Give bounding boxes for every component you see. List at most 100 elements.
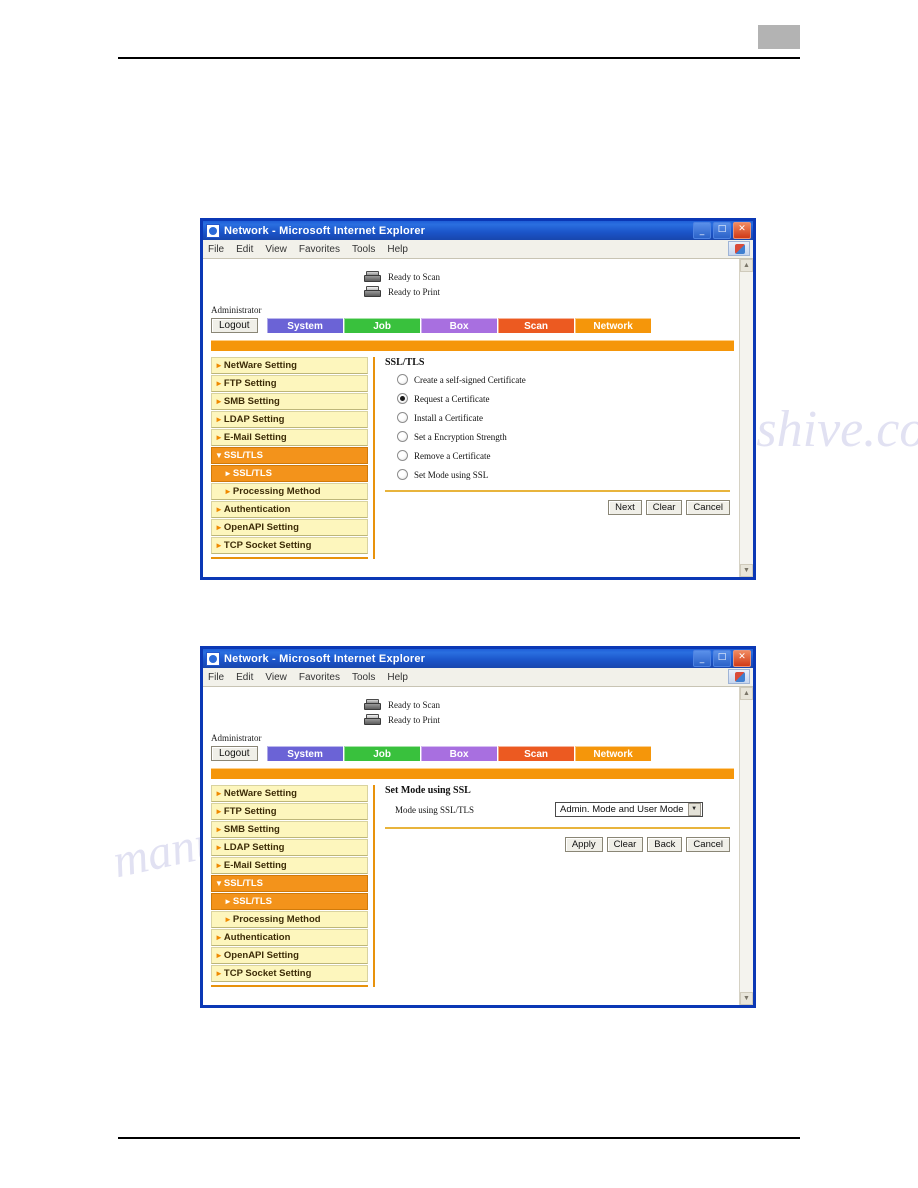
ssl-option-row[interactable]: Create a self-signed Certificate [397, 374, 730, 385]
tab-job[interactable]: Job [343, 318, 420, 333]
sidebar-item-ssl-tls[interactable]: ▼SSL/TLS [211, 447, 368, 464]
tab-job[interactable]: Job [343, 746, 420, 761]
menu-item-favorites[interactable]: Favorites [299, 672, 340, 683]
ssl-option-row[interactable]: Request a Certificate [397, 393, 730, 404]
chevron-right-icon: ► [215, 433, 223, 442]
minimize-button[interactable]: _ [693, 222, 711, 239]
sidebar-item-processing-method[interactable]: ►Processing Method [211, 911, 368, 928]
next-button[interactable]: Next [608, 500, 642, 515]
tab-system[interactable]: System [266, 318, 343, 333]
tab-scan[interactable]: Scan [497, 746, 574, 761]
tab-network[interactable]: Network [574, 746, 651, 761]
tab-network[interactable]: Network [574, 318, 651, 333]
sidebar-item-openapi-setting[interactable]: ►OpenAPI Setting [211, 519, 368, 536]
browser-viewport: ▲ ▼ Ready to Scan Ready to Print Adminis… [203, 259, 753, 577]
menu-item-tools[interactable]: Tools [352, 672, 375, 683]
clear-button[interactable]: Clear [645, 500, 683, 515]
cancel-button[interactable]: Cancel [686, 837, 730, 852]
menu-item-view[interactable]: View [265, 672, 287, 683]
sidebar-item-netware-setting[interactable]: ►NetWare Setting [211, 357, 368, 374]
menu-item-help[interactable]: Help [387, 244, 408, 255]
accent-divider-bar [211, 768, 734, 779]
radio-button[interactable] [397, 393, 408, 404]
sidebar-item-ssl-tls[interactable]: ►SSL/TLS [211, 893, 368, 910]
menu-bar: File Edit View Favorites Tools Help [203, 668, 753, 687]
scroll-up-icon[interactable]: ▲ [740, 259, 753, 272]
maximize-button[interactable]: □ [713, 650, 731, 667]
sidebar-item-netware-setting[interactable]: ►NetWare Setting [211, 785, 368, 802]
radio-button[interactable] [397, 431, 408, 442]
sidebar-item-label: SMB Setting [223, 396, 280, 407]
sidebar-item-tcp-socket-setting[interactable]: ►TCP Socket Setting [211, 965, 368, 982]
cancel-button[interactable]: Cancel [686, 500, 730, 515]
vertical-scrollbar[interactable]: ▲ ▼ [739, 687, 753, 1005]
scroll-up-icon[interactable]: ▲ [740, 687, 753, 700]
sidebar-item-authentication[interactable]: ►Authentication [211, 501, 368, 518]
scroll-down-icon[interactable]: ▼ [740, 992, 753, 1005]
printer-icon [363, 286, 383, 298]
maximize-button[interactable]: □ [713, 222, 731, 239]
page-rule-top [118, 57, 800, 59]
minimize-button[interactable]: _ [693, 650, 711, 667]
logout-button[interactable]: Logout [211, 746, 258, 761]
tab-box[interactable]: Box [420, 746, 497, 761]
ssl-option-row[interactable]: Install a Certificate [397, 412, 730, 423]
main-content-set-mode: Set Mode using SSL Mode using SSL/TLS Ad… [385, 785, 740, 987]
radio-button[interactable] [397, 374, 408, 385]
sidebar-item-processing-method[interactable]: ►Processing Method [211, 483, 368, 500]
sidebar-item-ftp-setting[interactable]: ►FTP Setting [211, 803, 368, 820]
radio-button[interactable] [397, 450, 408, 461]
sidebar-item-ftp-setting[interactable]: ►FTP Setting [211, 375, 368, 392]
chevron-right-icon: ► [215, 379, 223, 388]
print-status-text: Ready to Print [388, 287, 440, 297]
status-row-scan: Ready to Scan [363, 271, 740, 283]
chevron-right-icon: ► [215, 951, 223, 960]
close-button[interactable]: ✕ [733, 222, 751, 239]
ssl-option-row[interactable]: Set Mode using SSL [397, 469, 730, 480]
clear-button[interactable]: Clear [606, 837, 644, 852]
sidebar-item-smb-setting[interactable]: ►SMB Setting [211, 821, 368, 838]
back-button[interactable]: Back [647, 837, 683, 852]
logout-button[interactable]: Logout [211, 318, 258, 333]
sidebar-item-authentication[interactable]: ►Authentication [211, 929, 368, 946]
menu-item-file[interactable]: File [208, 244, 224, 255]
menu-item-tools[interactable]: Tools [352, 244, 375, 255]
sidebar-item-openapi-setting[interactable]: ►OpenAPI Setting [211, 947, 368, 964]
internet-explorer-logo-icon [728, 241, 750, 256]
menu-item-favorites[interactable]: Favorites [299, 244, 340, 255]
mode-select[interactable]: Admin. Mode and User Mode ▼ [555, 802, 703, 817]
sidebar-item-e-mail-setting[interactable]: ►E-Mail Setting [211, 429, 368, 446]
form-button-row-2: Apply Clear Back Cancel [385, 837, 730, 852]
tab-box[interactable]: Box [420, 318, 497, 333]
window-controls: _ □ ✕ [693, 650, 751, 667]
menu-item-edit[interactable]: Edit [236, 672, 253, 683]
status-row-scan: Ready to Scan [363, 699, 740, 711]
menu-item-edit[interactable]: Edit [236, 244, 253, 255]
sidebar-item-ssl-tls[interactable]: ►SSL/TLS [211, 465, 368, 482]
form-button-row-1: Next Clear Cancel [385, 500, 730, 515]
menu-item-view[interactable]: View [265, 244, 287, 255]
radio-button[interactable] [397, 469, 408, 480]
ssl-option-row[interactable]: Remove a Certificate [397, 450, 730, 461]
sidebar-item-ldap-setting[interactable]: ►LDAP Setting [211, 411, 368, 428]
browser-viewport: ▲ ▼ Ready to Scan Ready to Print Adminis… [203, 687, 753, 1005]
tab-scan[interactable]: Scan [497, 318, 574, 333]
menu-item-file[interactable]: File [208, 672, 224, 683]
apply-button[interactable]: Apply [564, 837, 603, 852]
scroll-down-icon[interactable]: ▼ [740, 564, 753, 577]
radio-button[interactable] [397, 412, 408, 423]
menu-item-help[interactable]: Help [387, 672, 408, 683]
sidebar-item-ldap-setting[interactable]: ►LDAP Setting [211, 839, 368, 856]
sidebar-item-label: LDAP Setting [223, 842, 285, 853]
sidebar-item-e-mail-setting[interactable]: ►E-Mail Setting [211, 857, 368, 874]
tab-system[interactable]: System [266, 746, 343, 761]
administrator-label: Administrator [211, 305, 262, 315]
close-button[interactable]: ✕ [733, 650, 751, 667]
sidebar-item-ssl-tls[interactable]: ▼SSL/TLS [211, 875, 368, 892]
sidebar-item-label: TCP Socket Setting [223, 540, 312, 551]
vertical-scrollbar[interactable]: ▲ ▼ [739, 259, 753, 577]
sidebar-item-smb-setting[interactable]: ►SMB Setting [211, 393, 368, 410]
chevron-down-icon[interactable]: ▼ [687, 803, 701, 816]
ssl-option-row[interactable]: Set a Encryption Strength [397, 431, 730, 442]
sidebar-item-tcp-socket-setting[interactable]: ►TCP Socket Setting [211, 537, 368, 554]
